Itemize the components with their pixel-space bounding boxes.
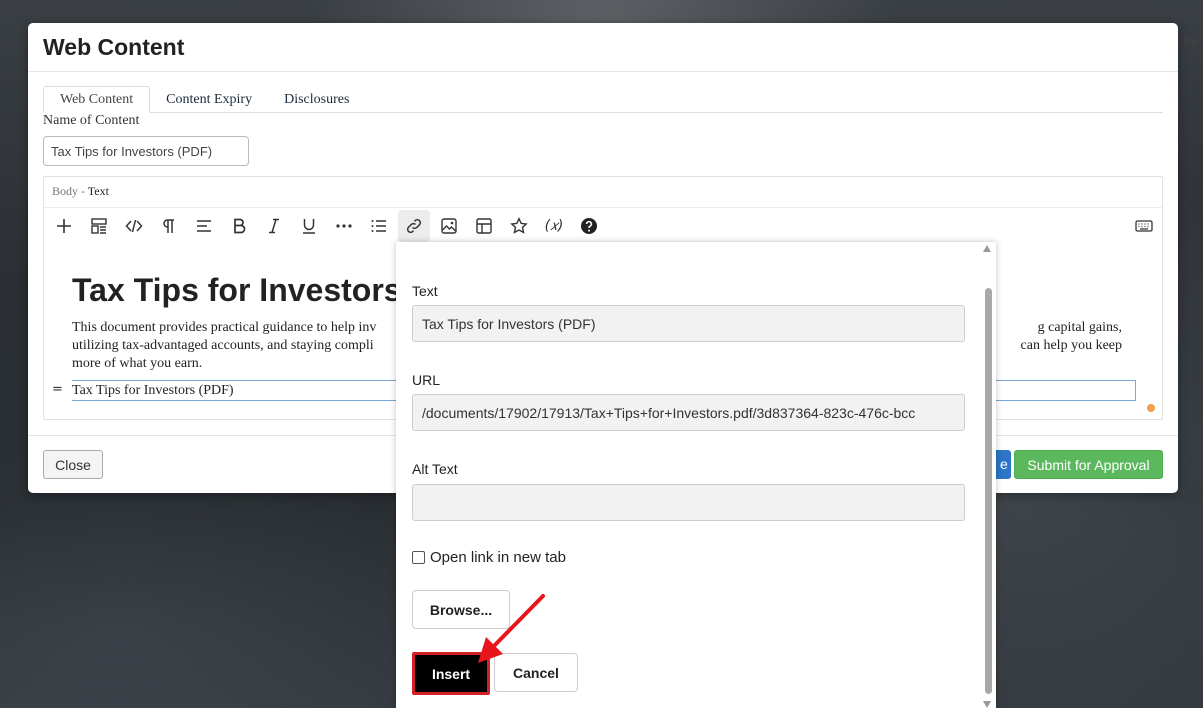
underline-icon[interactable] — [293, 210, 325, 242]
star-icon[interactable] — [503, 210, 535, 242]
link-alt-input[interactable] — [412, 484, 965, 521]
align-icon[interactable] — [188, 210, 220, 242]
insert-button[interactable]: Insert — [412, 652, 490, 695]
para-line1-left: This document provides practical guidanc… — [72, 320, 377, 335]
link-dialog: Text Tax Tips for Investors (PDF) URL /d… — [396, 242, 996, 708]
close-button[interactable]: Close — [43, 450, 103, 479]
italic-icon[interactable] — [258, 210, 290, 242]
more-icon[interactable] — [328, 210, 360, 242]
block-format-icon[interactable] — [83, 210, 115, 242]
drag-handle-icon[interactable]: = — [52, 382, 63, 397]
submit-for-approval-button[interactable]: Submit for Approval — [1014, 450, 1163, 479]
open-new-tab-checkbox[interactable] — [412, 551, 425, 564]
list-icon[interactable] — [363, 210, 395, 242]
help-icon[interactable] — [573, 210, 605, 242]
name-of-content-label: Name of Content — [43, 113, 140, 128]
scroll-down-arrow-icon[interactable] — [983, 701, 991, 708]
body-label-text: Body - — [52, 184, 85, 198]
para-line2-right: can help you keep — [1020, 338, 1122, 353]
plus-icon[interactable] — [48, 210, 80, 242]
link-text-input[interactable]: Tax Tips for Investors (PDF) — [412, 305, 965, 342]
status-dot-icon — [1147, 404, 1155, 412]
background-text: t Pa — [1177, 34, 1197, 49]
link-icon[interactable] — [398, 210, 430, 242]
para-line1-right: g capital gains, — [1037, 320, 1122, 335]
modal-title: Web Content — [43, 33, 185, 60]
link-text-label: Text — [412, 283, 438, 299]
link-url-input[interactable]: /documents/17902/17913/Tax+Tips+for+Inve… — [412, 394, 965, 431]
browse-button[interactable]: Browse... — [412, 590, 510, 629]
editor-toolbar: (𝑥) — [44, 207, 1162, 243]
tab-bar: Web Content Content Expiry Disclosures — [43, 86, 1163, 113]
scroll-up-arrow-icon[interactable] — [983, 245, 991, 252]
scrollbar-thumb[interactable] — [985, 288, 992, 694]
tab-disclosures[interactable]: Disclosures — [268, 86, 365, 113]
tab-content-expiry[interactable]: Content Expiry — [150, 86, 268, 113]
modal-header: Web Content — [28, 23, 1178, 72]
tab-web-content[interactable]: Web Content — [43, 86, 151, 113]
variable-icon[interactable]: (𝑥) — [538, 210, 570, 242]
cancel-button[interactable]: Cancel — [494, 653, 578, 692]
name-of-content-input[interactable]: Tax Tips for Investors (PDF) — [43, 136, 249, 166]
para-line2-left: utilizing tax-advantaged accounts, and s… — [72, 338, 374, 353]
open-new-tab-label: Open link in new tab — [430, 549, 566, 566]
keyboard-icon[interactable] — [1128, 210, 1160, 242]
save-button-partial-label: e — [1000, 456, 1008, 472]
image-icon[interactable] — [433, 210, 465, 242]
open-new-tab-row[interactable]: Open link in new tab — [412, 549, 566, 566]
content-heading: Tax Tips for Investors — [72, 272, 402, 308]
table-icon[interactable] — [468, 210, 500, 242]
bold-icon[interactable] — [223, 210, 255, 242]
body-label: Body - Text — [52, 184, 109, 199]
link-alt-label: Alt Text — [412, 461, 458, 477]
body-sublabel: Text — [87, 184, 109, 198]
pilcrow-icon[interactable] — [153, 210, 185, 242]
link-url-label: URL — [412, 372, 441, 388]
code-icon[interactable] — [118, 210, 150, 242]
